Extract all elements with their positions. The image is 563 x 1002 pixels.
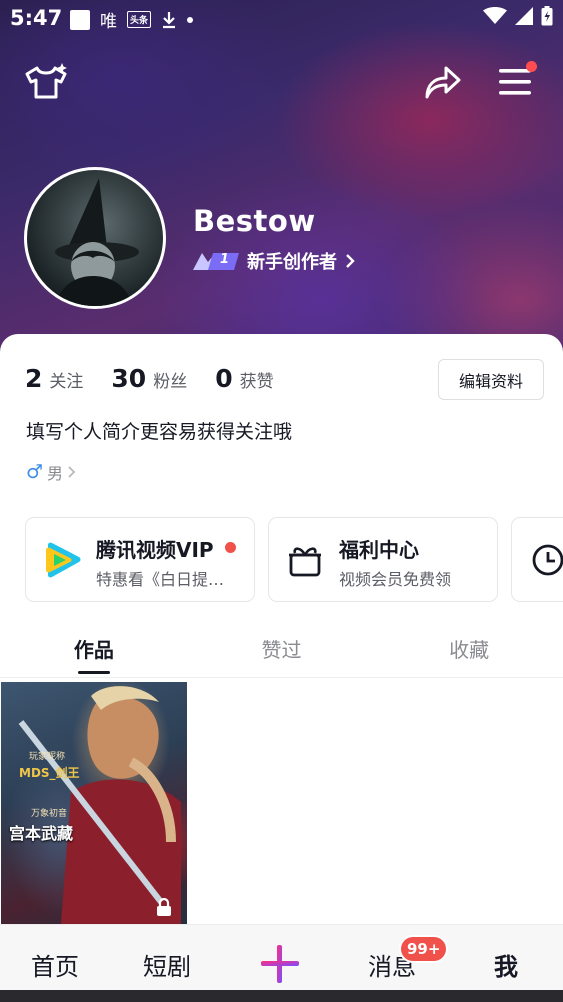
stat-likes[interactable]: 0 获赞 — [215, 364, 273, 393]
service-subtitle: 视频会员免费领 — [339, 570, 452, 589]
creator-label: 新手创作者 — [247, 252, 337, 273]
profile-stats: 2 关注 30 粉丝 0 获赞 — [25, 364, 274, 393]
service-subtitle: 特惠看《白日提… — [96, 570, 225, 589]
likes-count: 0 — [215, 364, 233, 393]
following-label: 关注 — [49, 372, 84, 392]
clock-icon — [532, 544, 563, 576]
level-number: 1 — [220, 252, 230, 267]
lock-icon — [157, 898, 171, 916]
status-bar: 5:47 唯 头条 — [0, 0, 563, 40]
bottom-nav: 首页 短剧 消息 99+ 我 — [0, 924, 563, 990]
edit-profile-button[interactable]: 编辑资料 — [438, 359, 544, 400]
status-time: 5:47 — [10, 6, 63, 30]
avatar-image — [55, 178, 139, 306]
chevron-right-icon — [346, 254, 355, 268]
thumbnail-text: 玩家昵称 — [29, 752, 66, 762]
toutiao-icon: 头条 — [127, 11, 152, 28]
username: Bestow — [193, 204, 316, 238]
service-title: 腾讯视频VIP — [96, 538, 214, 562]
battery-icon — [541, 6, 553, 26]
nav-me[interactable]: 我 — [494, 947, 518, 982]
closet-icon[interactable] — [24, 62, 70, 102]
service-title: 福利中心 — [339, 538, 419, 562]
tab-favorites[interactable]: 收藏 — [375, 630, 563, 677]
avatar[interactable] — [24, 167, 166, 309]
thumbnail-text: MDS_剑王 — [19, 766, 80, 780]
system-taskbar — [0, 990, 563, 1002]
followers-count: 30 — [111, 364, 147, 393]
stat-followers[interactable]: 30 粉丝 — [111, 364, 187, 393]
more-notifications-dot-icon — [187, 16, 194, 23]
status-notification-icons: 唯 头条 — [70, 7, 194, 32]
tencent-video-icon — [46, 542, 81, 578]
gender-tag[interactable]: ♂ 男 — [26, 460, 76, 484]
service-red-dot — [225, 542, 236, 553]
create-plus-icon[interactable] — [258, 942, 302, 986]
signal-icon — [515, 7, 533, 25]
nav-home[interactable]: 首页 — [31, 947, 79, 982]
tab-liked[interactable]: 赞过 — [188, 630, 376, 677]
likes-label: 获赞 — [239, 372, 274, 392]
followers-label: 粉丝 — [153, 372, 188, 392]
wifi-icon — [483, 7, 507, 24]
status-system-icons — [483, 6, 553, 26]
gift-icon — [289, 547, 321, 577]
service-tencent-vip[interactable]: 腾讯视频VIP 特惠看《白日提… — [25, 517, 255, 602]
tab-works[interactable]: 作品 — [0, 630, 188, 677]
creator-level-badge: 1 — [193, 251, 239, 271]
thumbnail-artwork — [18, 686, 181, 924]
thumbnail-text: 宫本武藏 — [9, 824, 74, 843]
tab-label: 收藏 — [449, 638, 490, 662]
tab-label: 作品 — [73, 638, 114, 662]
male-icon: ♂ — [26, 461, 44, 483]
service-history[interactable] — [511, 517, 563, 602]
download-icon — [163, 11, 176, 28]
notification-square-icon — [70, 9, 90, 30]
service-cards: 腾讯视频VIP 特惠看《白日提… 福利中心 视频会员免费领 — [25, 517, 563, 602]
creator-level-link[interactable]: 1 新手创作者 — [193, 248, 355, 274]
share-icon[interactable] — [424, 64, 462, 102]
thumbnail-text: 万象初音 — [31, 809, 68, 819]
service-welfare-center[interactable]: 福利中心 视频会员免费领 — [268, 517, 498, 602]
nav-drama[interactable]: 短剧 — [143, 947, 191, 982]
stat-following[interactable]: 2 关注 — [25, 364, 83, 393]
work-thumbnail[interactable]: 玩家昵称 MDS_剑王 万象初音 宫本武藏 — [1, 682, 187, 924]
tab-label: 赞过 — [261, 638, 302, 662]
menu-notification-dot — [526, 61, 537, 72]
carrier-text: 唯 — [100, 12, 117, 32]
menu-icon[interactable] — [498, 66, 532, 98]
chevron-right-icon — [68, 466, 76, 478]
profile-card: 2 关注 30 粉丝 0 获赞 编辑资料 填写个人简介更容易获得关注哦 ♂ 男 … — [0, 334, 563, 1002]
level-mountain-icon — [193, 253, 239, 270]
profile-tabs: 作品 赞过 收藏 — [0, 630, 563, 678]
bio-placeholder[interactable]: 填写个人简介更容易获得关注哦 — [26, 417, 292, 444]
messages-badge: 99+ — [399, 935, 449, 963]
following-count: 2 — [25, 364, 43, 393]
gender-label: 男 — [47, 464, 64, 483]
active-tab-indicator — [77, 671, 110, 674]
